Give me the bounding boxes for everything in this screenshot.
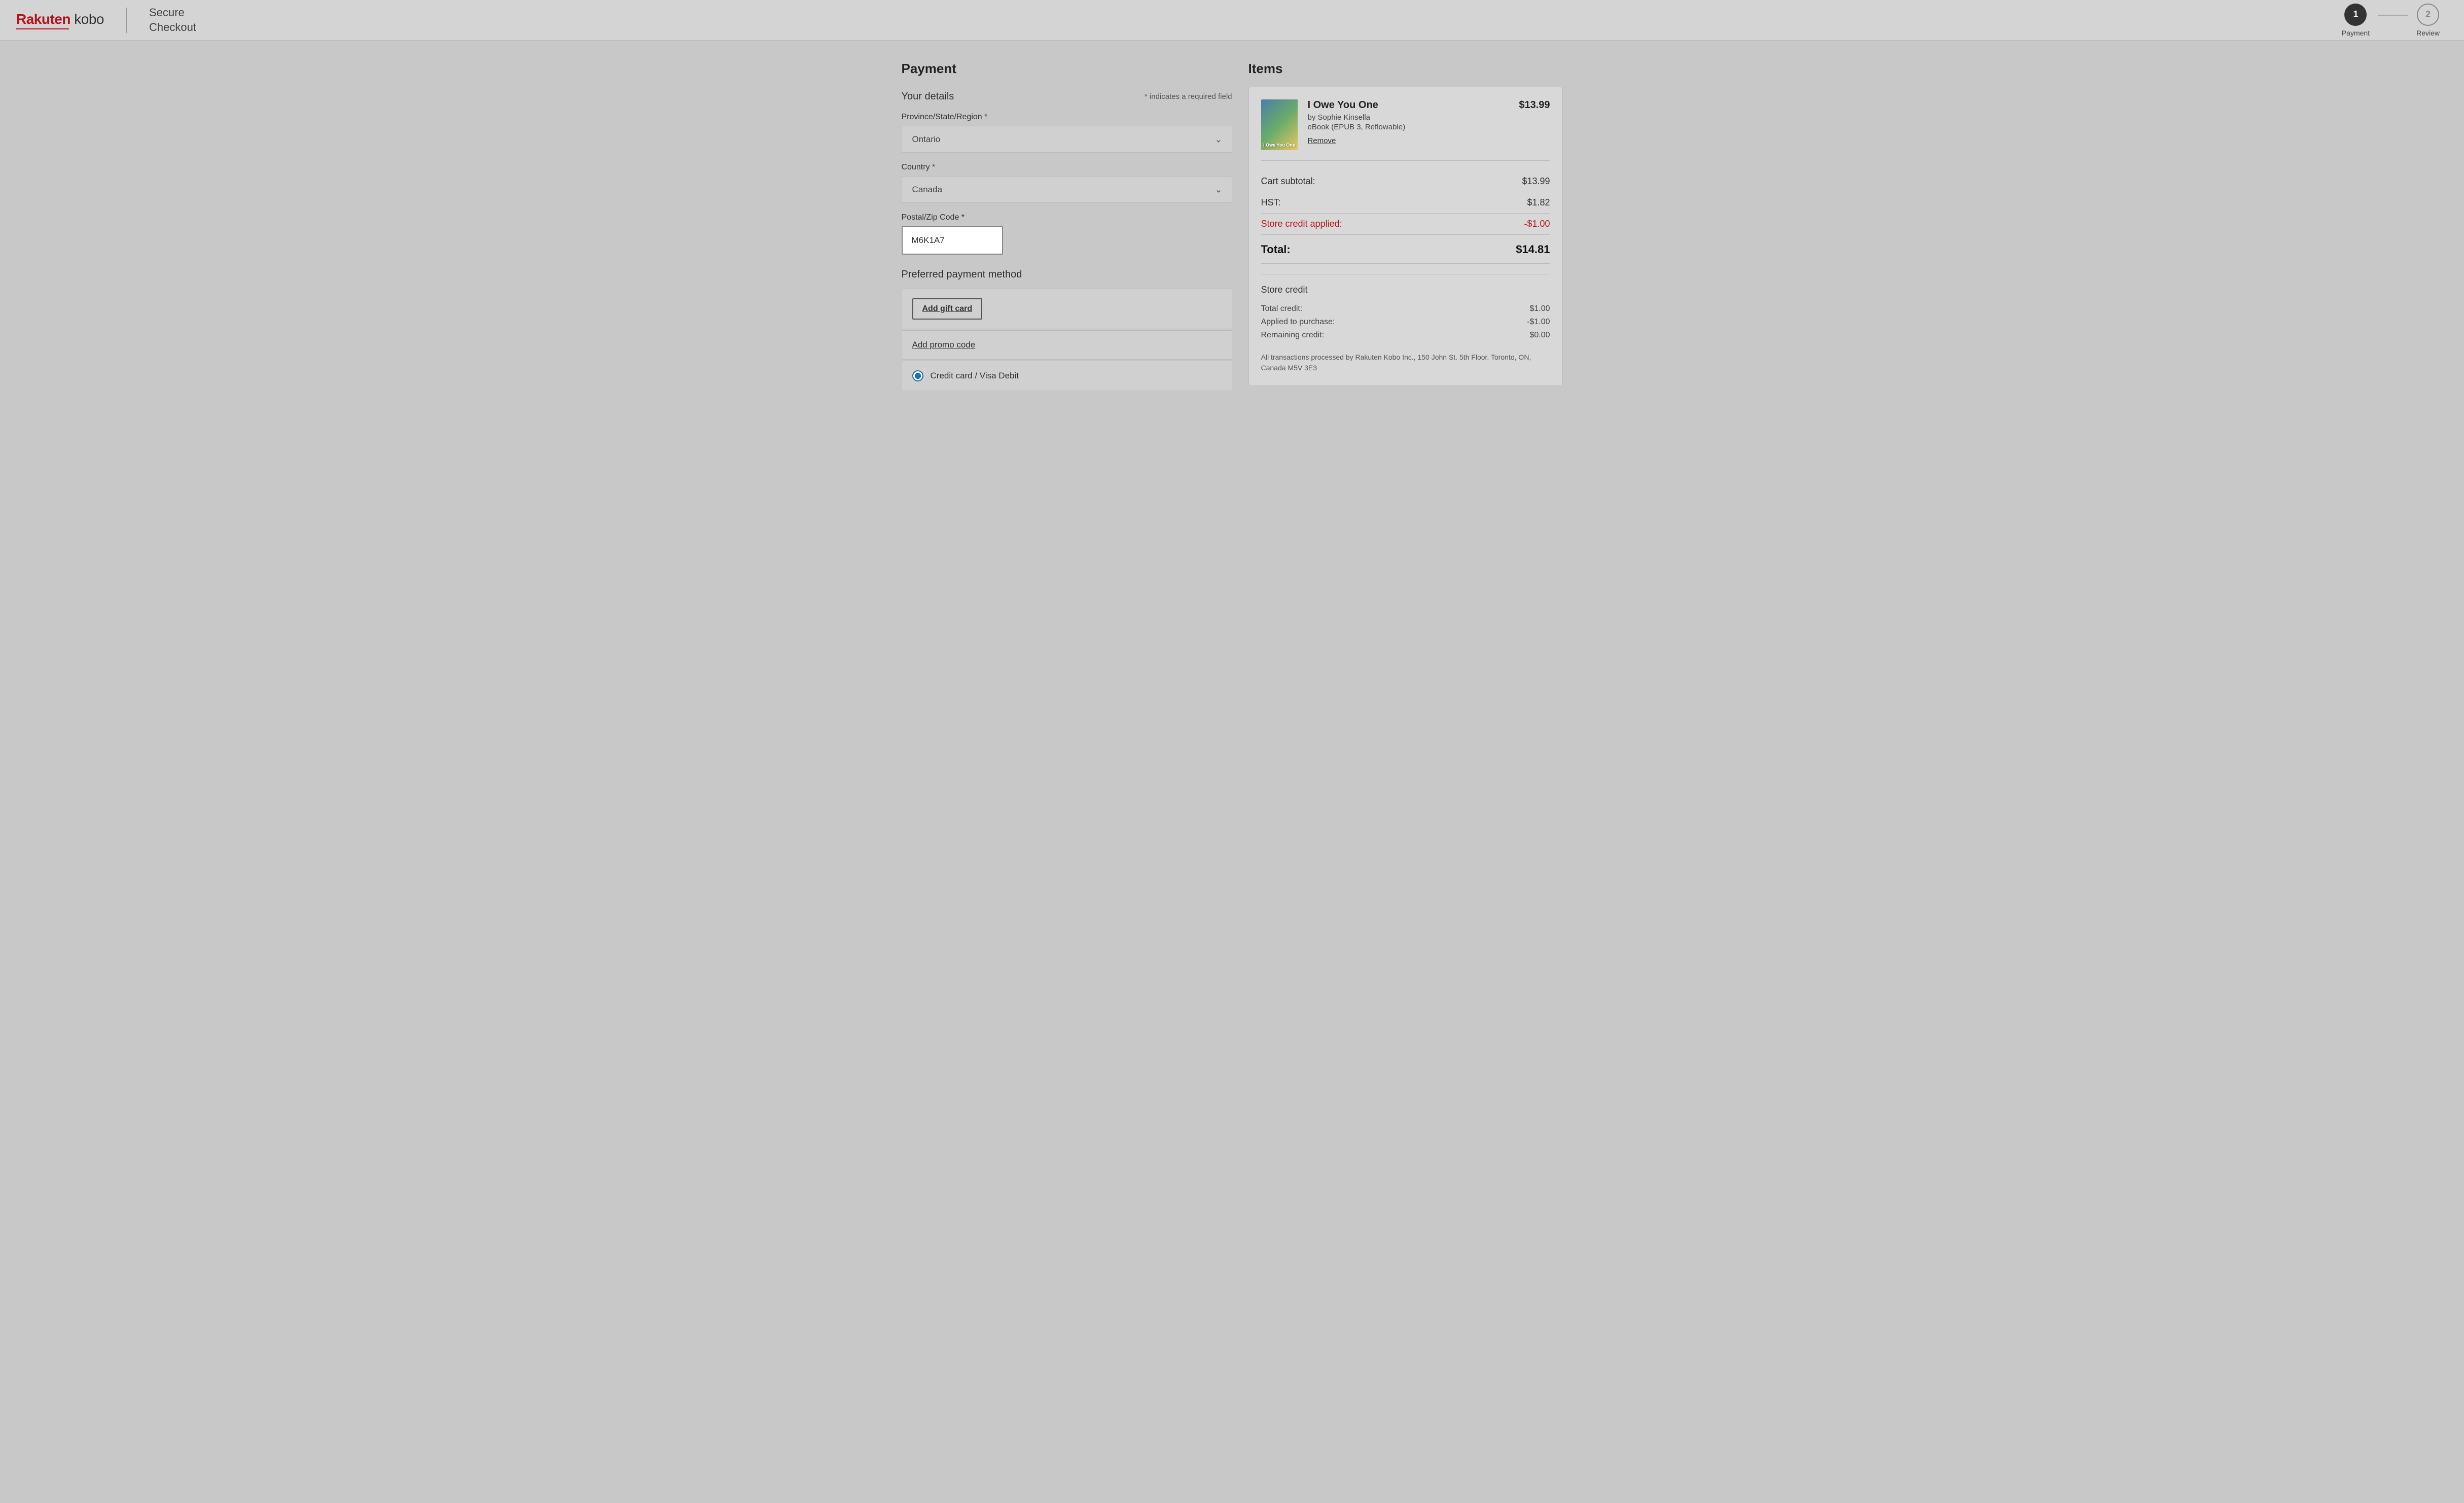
- item-title: I Owe You One: [1308, 99, 1509, 111]
- country-field-group: Country * Canada United States United Ki…: [902, 163, 1232, 203]
- item-price: $13.99: [1519, 99, 1550, 150]
- item-author: by Sophie Kinsella: [1308, 113, 1509, 122]
- promo-code-block: Add promo code: [902, 330, 1232, 360]
- step-2-label: Review: [2416, 29, 2440, 37]
- hst-label: HST:: [1261, 197, 1281, 208]
- remove-item-button[interactable]: Remove: [1308, 136, 1336, 145]
- secure-line2: Checkout: [149, 20, 196, 35]
- gift-card-block: Add gift card: [902, 289, 1232, 329]
- step-review: 2 Review: [2416, 4, 2440, 37]
- total-credit-label: Total credit:: [1261, 304, 1303, 313]
- secure-line1: Secure: [149, 6, 196, 20]
- required-field-note: * indicates a required field: [1145, 92, 1232, 101]
- logo-kobo: kobo: [74, 11, 104, 27]
- transaction-note: All transactions processed by Rakuten Ko…: [1261, 352, 1550, 373]
- country-label: Country *: [902, 163, 1232, 172]
- step-connector: [2378, 15, 2408, 16]
- step-1-number: 1: [2353, 9, 2358, 20]
- credit-card-label: Credit card / Visa Debit: [931, 371, 1019, 381]
- applied-credit-row: Applied to purchase: -$1.00: [1261, 316, 1550, 329]
- radio-selected-indicator: [915, 373, 921, 379]
- province-select-wrapper[interactable]: Ontario British Columbia Alberta Quebec …: [902, 126, 1232, 153]
- main-content: Payment Your details * indicates a requi…: [877, 41, 1587, 412]
- item-format: eBook (EPUB 3, Reflowable): [1308, 123, 1509, 131]
- credit-card-radio[interactable]: [912, 370, 923, 381]
- book-cover-text: I Owe You One: [1263, 143, 1295, 148]
- order-summary: Items I Owe You One I Owe You One by Sop…: [1248, 61, 1563, 392]
- logo-rakuten: Rakuten: [16, 11, 70, 27]
- gift-card-inner: Add gift card: [902, 289, 1232, 329]
- province-label: Province/State/Region *: [902, 113, 1232, 122]
- total-label: Total:: [1261, 243, 1291, 256]
- store-credit-applied-label: Store credit applied:: [1261, 219, 1342, 229]
- hst-value: $1.82: [1527, 197, 1550, 208]
- country-select-wrapper[interactable]: Canada United States United Kingdom ⌄: [902, 176, 1232, 203]
- checkout-steps: 1 Payment 2 Review: [2342, 4, 2440, 37]
- book-cover-image: I Owe You One: [1261, 99, 1298, 150]
- postal-code-input[interactable]: [902, 226, 1003, 255]
- header: Rakuten kobo Secure Checkout 1 Payment 2…: [0, 0, 2464, 41]
- postal-field-group: Postal/Zip Code *: [902, 213, 1232, 255]
- total-credit-value: $1.00: [1529, 304, 1550, 313]
- credit-card-radio-row[interactable]: Credit card / Visa Debit: [902, 361, 1232, 391]
- step-2-number: 2: [2425, 9, 2431, 20]
- applied-credit-label: Applied to purchase:: [1261, 318, 1335, 327]
- total-value: $14.81: [1516, 243, 1550, 256]
- store-credit-section-title: Store credit: [1261, 285, 1550, 295]
- remaining-credit-label: Remaining credit:: [1261, 331, 1325, 340]
- hst-row: HST: $1.82: [1261, 192, 1550, 214]
- step-1-label: Payment: [2342, 29, 2370, 37]
- step-1-circle: 1: [2344, 4, 2367, 26]
- payment-method-section: Preferred payment method Add gift card A…: [902, 269, 1232, 391]
- promo-code-inner: Add promo code: [902, 331, 1232, 359]
- applied-credit-value: -$1.00: [1527, 318, 1550, 327]
- payment-title: Payment: [902, 61, 1232, 77]
- details-header: Your details * indicates a required fiel…: [902, 91, 1232, 102]
- total-row: Total: $14.81: [1261, 235, 1550, 264]
- logo-underline: [16, 28, 69, 29]
- secure-checkout-text: Secure Checkout: [149, 6, 196, 34]
- step-payment: 1 Payment: [2342, 4, 2370, 37]
- cart-subtotal-value: $13.99: [1522, 176, 1550, 187]
- your-details-section: Your details * indicates a required fiel…: [902, 91, 1232, 255]
- postal-label: Postal/Zip Code *: [902, 213, 1232, 222]
- payment-method-title: Preferred payment method: [902, 269, 1232, 281]
- payment-form: Payment Your details * indicates a requi…: [902, 61, 1232, 392]
- remaining-credit-row: Remaining credit: $0.00: [1261, 329, 1550, 342]
- cart-subtotal-label: Cart subtotal:: [1261, 176, 1315, 187]
- country-select[interactable]: Canada United States United Kingdom: [902, 177, 1232, 202]
- items-title: Items: [1248, 61, 1563, 77]
- province-field-group: Province/State/Region * Ontario British …: [902, 113, 1232, 153]
- logo-area: Rakuten kobo Secure Checkout: [16, 6, 196, 34]
- remaining-credit-value: $0.00: [1529, 331, 1550, 340]
- your-details-label: Your details: [902, 91, 954, 102]
- store-credit-applied-row: Store credit applied: -$1.00: [1261, 214, 1550, 235]
- item-details: I Owe You One by Sophie Kinsella eBook (…: [1308, 99, 1509, 150]
- total-credit-row: Total credit: $1.00: [1261, 302, 1550, 316]
- header-divider: [126, 8, 127, 33]
- add-promo-code-button[interactable]: Add promo code: [912, 340, 976, 350]
- province-select[interactable]: Ontario British Columbia Alberta Quebec: [902, 126, 1232, 152]
- rakuten-kobo-logo: Rakuten kobo: [16, 11, 104, 29]
- credit-card-block[interactable]: Credit card / Visa Debit: [902, 361, 1232, 391]
- store-credit-applied-value: -$1.00: [1524, 219, 1550, 229]
- item-row: I Owe You One I Owe You One by Sophie Ki…: [1261, 99, 1550, 161]
- order-card: I Owe You One I Owe You One by Sophie Ki…: [1248, 87, 1563, 386]
- cart-subtotal-row: Cart subtotal: $13.99: [1261, 171, 1550, 192]
- add-gift-card-button[interactable]: Add gift card: [912, 298, 983, 320]
- store-credit-section: Store credit Total credit: $1.00 Applied…: [1261, 274, 1550, 342]
- step-2-circle: 2: [2417, 4, 2439, 26]
